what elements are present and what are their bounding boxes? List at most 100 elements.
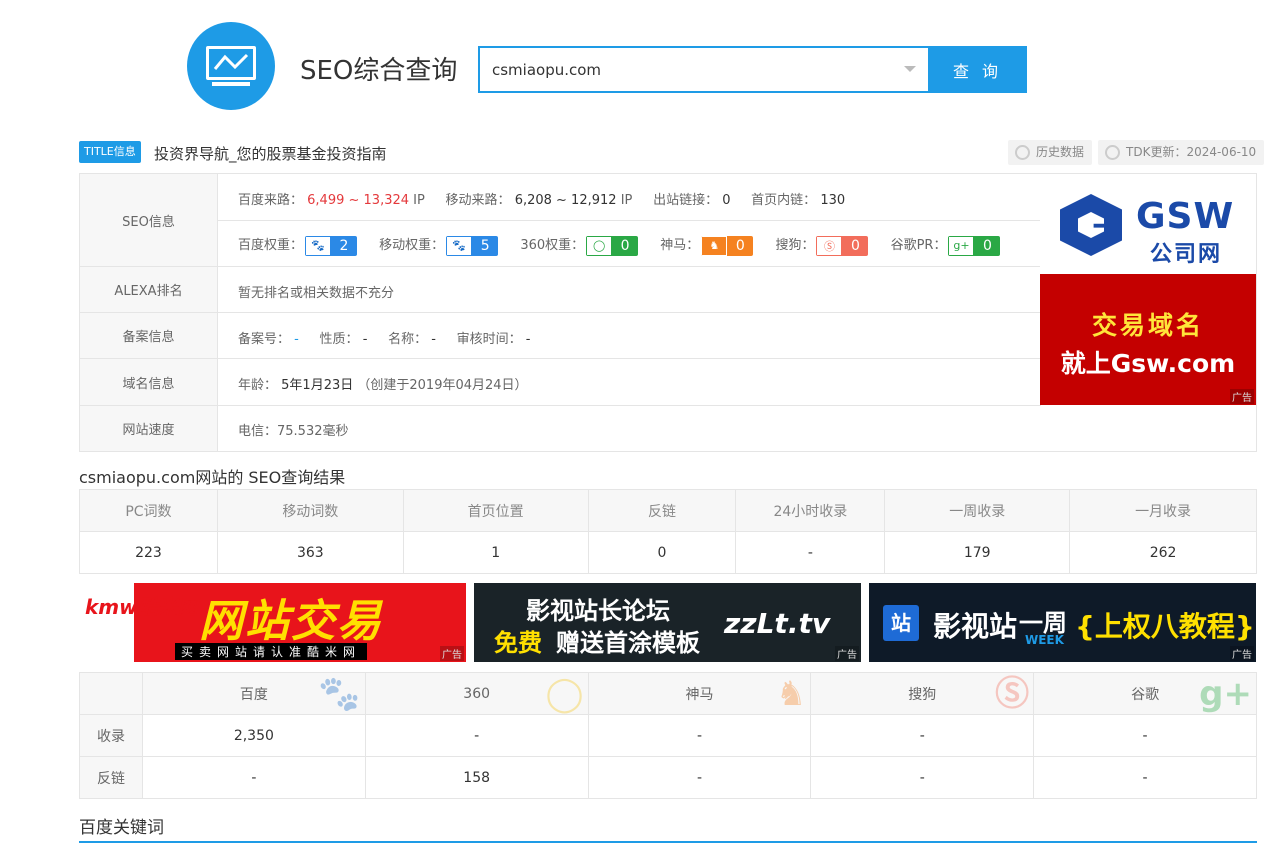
title-tag: TITLE信息 bbox=[79, 141, 141, 163]
360-backlink-value[interactable]: 158 bbox=[364, 756, 589, 799]
baidu-index-value[interactable]: 2,350 bbox=[141, 714, 366, 757]
google-backlink-value: - bbox=[1033, 756, 1257, 799]
index-week-value: 179 bbox=[884, 531, 1071, 574]
search-button[interactable]: 查 询 bbox=[928, 46, 1027, 93]
sogou-weight-label: 搜狗： bbox=[775, 238, 815, 253]
mobile-weight-badge[interactable]: 🐾 5 bbox=[446, 235, 499, 256]
kmw-logo: kmw酷米网 bbox=[85, 595, 198, 619]
stats-value-row: 223 363 1 0 - 179 262 bbox=[79, 531, 1257, 574]
movie-site-banner-ad[interactable]: 站 影视站 一周 WEEK {上权八教程} 广告 bbox=[869, 583, 1256, 662]
beian-type-value: - bbox=[362, 332, 368, 347]
ad-tag: 广告 bbox=[835, 646, 859, 661]
sogou-icon: Ⓢ bbox=[816, 235, 843, 256]
paw-icon: 🐾 bbox=[305, 235, 332, 256]
shenma-header: 神马 ♞ bbox=[587, 672, 812, 715]
index-24h-value: - bbox=[735, 531, 886, 574]
zzlt-banner-ad[interactable]: 影视站长论坛 免费 赠送首涂模板 zzLt.tv 广告 bbox=[474, 583, 861, 662]
divider bbox=[79, 841, 1257, 843]
pc-words-value[interactable]: 223 bbox=[79, 531, 218, 574]
alexa-value: 暂无排名或相关数据不充分 bbox=[238, 286, 395, 301]
backlinks-header: 反链 bbox=[587, 489, 737, 532]
search-box[interactable] bbox=[478, 46, 928, 93]
ad-tag: 广告 bbox=[440, 646, 464, 661]
beian-num-value[interactable]: - bbox=[294, 332, 299, 347]
tutorial-text: {上权八教程} bbox=[1075, 610, 1255, 643]
beian-line: 备案号： - 性质： - 名称： - 审核时间： - bbox=[238, 328, 530, 347]
stats-header-row: PC词数 移动词数 首页位置 反链 24小时收录 一周收录 一月收录 bbox=[79, 489, 1257, 532]
backlinks-value[interactable]: 0 bbox=[587, 531, 737, 574]
baidu-traffic-value: 6,499 ~ 13,324 bbox=[307, 193, 410, 208]
mobile-words-value[interactable]: 363 bbox=[216, 531, 404, 574]
site-logo[interactable] bbox=[187, 22, 275, 110]
sogou-weight-value: 0 bbox=[842, 235, 869, 256]
gplus-icon: g+ bbox=[1199, 674, 1252, 714]
index-month-value: 262 bbox=[1069, 531, 1257, 574]
zzlt-brand: zzLt.tv bbox=[724, 607, 831, 640]
search-icon: ◯ bbox=[545, 674, 584, 714]
ad-tag: 广告 bbox=[1230, 646, 1254, 661]
speed-label: 网站速度 bbox=[80, 406, 218, 451]
weights-line: 百度权重： 🐾 2 移动权重： 🐾 5 360权重： ◯ 0 神马： ♞ 0 搜狗： Ⓢ 0 谷歌P… bbox=[238, 234, 1018, 256]
domain-row: 域名信息 年龄： 5年1月23日 （创建于2019年04月24日） bbox=[80, 359, 1041, 406]
beian-type-label: 性质： bbox=[319, 332, 359, 347]
sogou-weight-badge[interactable]: Ⓢ 0 bbox=[816, 235, 869, 256]
speed-value: 电信：75.532毫秒 bbox=[238, 424, 349, 439]
baidu-label: 百度 bbox=[239, 686, 268, 703]
index-week-header: 一周收录 bbox=[884, 489, 1071, 532]
zzlt-line2: 赠送首涂模板 bbox=[556, 629, 700, 657]
shenma-weight-badge[interactable]: ♞ 0 bbox=[701, 235, 754, 256]
history-data-button[interactable]: 历史数据 bbox=[1008, 140, 1093, 165]
movie-site-text: 影视站 bbox=[933, 610, 1018, 643]
seo-traffic-line: 百度来路： 6,499 ~ 13,324 IP 移动来路： 6,208 ~ 12… bbox=[238, 189, 845, 208]
beian-name-label: 名称： bbox=[388, 332, 428, 347]
chevron-down-icon[interactable] bbox=[904, 66, 916, 72]
result-title: csmiaopu.com网站的 SEO查询结果 bbox=[79, 468, 346, 487]
seo-info-label: SEO信息 bbox=[80, 174, 218, 266]
gsw-brand-cn: 公司网 bbox=[1150, 242, 1223, 267]
database-icon bbox=[1015, 145, 1030, 160]
gsw-line1: 交易域名 bbox=[1091, 311, 1204, 340]
mobile-traffic-label: 移动来路： bbox=[445, 193, 511, 208]
index-row-label: 收录 bbox=[79, 714, 143, 757]
corner-cell bbox=[79, 672, 143, 715]
horse-icon: ♞ bbox=[775, 674, 807, 714]
domain-created: （创建于2019年04月24日） bbox=[357, 378, 528, 393]
shenma-backlink-value: - bbox=[587, 756, 812, 799]
gsw-ad[interactable]: GSW 公司网 交易域名 就上Gsw.com 广告 bbox=[1040, 174, 1256, 405]
domain-age-value: 5年1月23日 bbox=[281, 378, 354, 393]
engine-header-row: 百度 🐾 360 ◯ 神马 ♞ 搜狗 Ⓢ 谷歌 g+ bbox=[79, 672, 1257, 715]
inner-links-value: 130 bbox=[820, 193, 846, 208]
mobile-weight-label: 移动权重： bbox=[379, 238, 445, 253]
360-weight-label: 360权重： bbox=[520, 238, 585, 253]
beian-time-value: - bbox=[525, 332, 531, 347]
week-text: WEEK bbox=[1025, 633, 1064, 647]
inner-links-label: 首页内链： bbox=[751, 193, 817, 208]
baidu-weight-label: 百度权重： bbox=[238, 238, 304, 253]
station-icon: 站 bbox=[883, 605, 919, 641]
shenma-index-value: - bbox=[587, 714, 812, 757]
refresh-icon bbox=[1105, 145, 1120, 160]
horse-icon: ♞ bbox=[701, 235, 728, 256]
baidu-header: 百度 🐾 bbox=[141, 672, 366, 715]
baidu-weight-badge[interactable]: 🐾 2 bbox=[305, 235, 358, 256]
google-pr-badge[interactable]: g+ 0 bbox=[948, 235, 1001, 256]
index-24h-header: 24小时收录 bbox=[735, 489, 886, 532]
engine-stats-table: 百度 🐾 360 ◯ 神马 ♞ 搜狗 Ⓢ 谷歌 g+ 收录 2,350 - - - - 反… bbox=[79, 672, 1257, 799]
google-index-value: - bbox=[1033, 714, 1257, 757]
search-input[interactable] bbox=[480, 48, 890, 91]
baidu-weight-value: 2 bbox=[331, 235, 358, 256]
beian-row: 备案信息 备案号： - 性质： - 名称： - 审核时间： - bbox=[80, 313, 1041, 359]
google-pr-label: 谷歌PR： bbox=[890, 238, 947, 253]
360-weight-badge[interactable]: ◯ 0 bbox=[586, 235, 639, 256]
homepage-position-value: 1 bbox=[402, 531, 589, 574]
pc-words-header: PC词数 bbox=[79, 489, 218, 532]
homepage-position-header: 首页位置 bbox=[402, 489, 589, 532]
zzlt-line1: 影视站长论坛 bbox=[526, 597, 670, 625]
kmw-banner-ad[interactable]: kmw酷米网 网站交易 买卖网站请认准酷米网 广告 bbox=[79, 583, 466, 662]
tdk-update-button[interactable]: TDK更新：2024-06-10 bbox=[1098, 140, 1265, 165]
gsw-line2: 就上Gsw.com bbox=[1060, 349, 1236, 378]
360-header: 360 ◯ bbox=[364, 672, 589, 715]
sogou-header: 搜狗 Ⓢ bbox=[810, 672, 1035, 715]
engine-index-row: 收录 2,350 - - - - bbox=[79, 714, 1257, 757]
ad-tag: 广告 bbox=[1230, 389, 1254, 404]
